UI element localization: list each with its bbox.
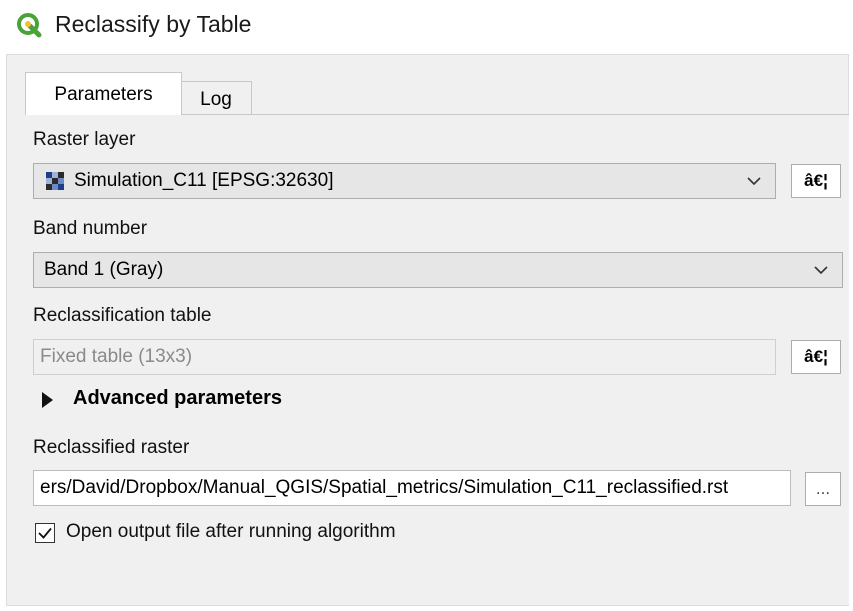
- expand-arrow-icon: [42, 392, 53, 408]
- open-output-label: Open output file after running algorithm: [66, 521, 396, 542]
- band-number-label: Band number: [33, 218, 148, 239]
- dialog-panel: Parameters Log Raster layer Simulation_C…: [6, 54, 849, 606]
- parameters-panel: Raster layer Simulation_C11 [EPSG:32630]…: [25, 114, 849, 605]
- band-number-value: Band 1 (Gray): [44, 259, 164, 280]
- raster-layer-select[interactable]: Simulation_C11 [EPSG:32630]: [33, 163, 776, 199]
- raster-layer-icon: [46, 172, 64, 190]
- chevron-down-icon: [814, 266, 828, 275]
- window-title: Reclassify by Table: [55, 11, 252, 37]
- raster-layer-value: Simulation_C11 [EPSG:32630]: [74, 170, 334, 191]
- open-output-checkbox[interactable]: [35, 523, 55, 543]
- tab-log[interactable]: Log: [180, 81, 252, 115]
- reclass-table-label: Reclassification table: [33, 305, 212, 326]
- qgis-icon: [17, 13, 42, 38]
- tab-parameters[interactable]: Parameters: [25, 72, 182, 115]
- reclass-table-field: Fixed table (13x3): [33, 339, 776, 375]
- advanced-parameters-toggle[interactable]: Advanced parameters: [39, 385, 339, 415]
- chevron-down-icon: [747, 177, 761, 186]
- band-number-select[interactable]: Band 1 (Gray): [33, 252, 843, 288]
- raster-layer-label: Raster layer: [33, 129, 136, 150]
- reclass-table-browse-button[interactable]: â€¦: [791, 340, 841, 374]
- raster-layer-browse-button[interactable]: â€¦: [791, 164, 841, 198]
- output-browse-button[interactable]: ...: [805, 472, 841, 506]
- checkmark-icon: [38, 527, 52, 539]
- title-bar: Reclassify by Table: [0, 0, 853, 52]
- reclassified-raster-label: Reclassified raster: [33, 437, 190, 458]
- advanced-parameters-label: Advanced parameters: [73, 387, 282, 409]
- output-path-field[interactable]: ers/David/Dropbox/Manual_QGIS/Spatial_me…: [33, 470, 791, 506]
